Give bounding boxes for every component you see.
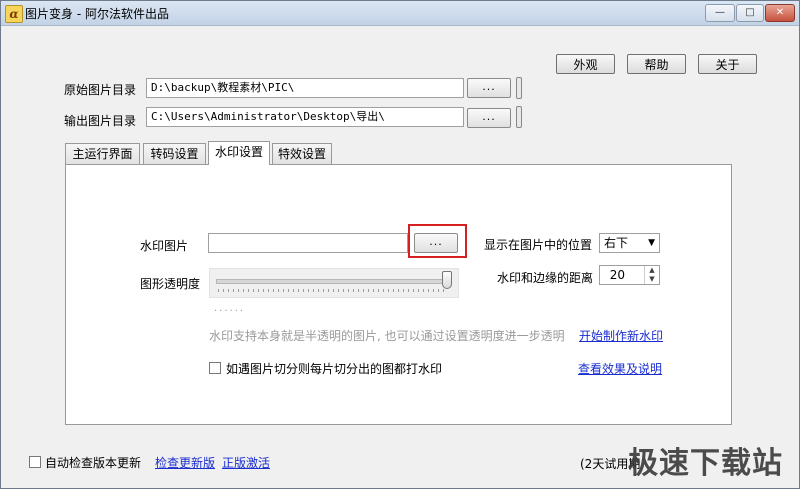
window-title: 图片变身 - 阿尔法软件出品 <box>25 7 169 21</box>
app-logo-icon: α <box>5 5 23 23</box>
help-button[interactable]: 帮助 <box>627 54 686 74</box>
spinner-arrows-icon[interactable]: ▲ ▼ <box>644 266 659 284</box>
slice-watermark-checkbox[interactable] <box>209 362 221 374</box>
check-update-link[interactable]: 检查更新版 <box>155 454 215 471</box>
create-watermark-link[interactable]: 开始制作新水印 <box>579 327 663 344</box>
position-select-value: 右下 <box>604 236 629 250</box>
position-select[interactable]: 右下 ▼ <box>599 233 660 253</box>
chevron-down-icon: ▼ <box>648 238 655 248</box>
output-dir-field[interactable]: C:\Users\Administrator\Desktop\导出\ <box>146 107 464 127</box>
tab-watermark[interactable]: 水印设置 <box>208 141 270 165</box>
watermark-hint: 水印支持本身就是半透明的图片, 也可以通过设置透明度进一步透明 <box>209 329 565 343</box>
opacity-slider-ticks <box>218 289 448 292</box>
source-dir-extra-control[interactable] <box>516 77 522 99</box>
slice-watermark-label: 如遇图片切分则每片切分出的图都打水印 <box>226 362 443 376</box>
close-button[interactable]: ✕ <box>765 4 795 22</box>
position-label: 显示在图片中的位置 <box>484 238 593 252</box>
opacity-label: 图形透明度 <box>140 277 201 291</box>
minimize-button[interactable]: — <box>705 4 735 22</box>
source-dir-label: 原始图片目录 <box>64 83 137 97</box>
watermark-image-label: 水印图片 <box>140 239 189 253</box>
tab-main[interactable]: 主运行界面 <box>65 143 140 164</box>
activate-link[interactable]: 正版激活 <box>222 454 270 471</box>
opacity-slider-thumb[interactable] <box>442 271 452 289</box>
auto-check-update-checkbox[interactable] <box>29 456 41 468</box>
tab-transcode[interactable]: 转码设置 <box>143 143 206 164</box>
highlight-box <box>408 224 467 258</box>
source-dir-field[interactable]: D:\backup\教程素材\PIC\ <box>146 78 464 98</box>
margin-label: 水印和边缘的距离 <box>497 271 594 285</box>
output-dir-label: 输出图片目录 <box>64 114 137 128</box>
margin-spinner[interactable]: 20 ▲ ▼ <box>599 265 660 285</box>
watermark-image-field[interactable] <box>208 233 408 253</box>
auto-check-update-label: 自动检查版本更新 <box>45 456 142 470</box>
title-bar[interactable]: α 图片变身 - 阿尔法软件出品 — □ ✕ <box>1 1 799 26</box>
source-dir-browse-button[interactable]: ... <box>467 78 511 98</box>
view-effect-link[interactable]: 查看效果及说明 <box>578 360 662 377</box>
appearance-button[interactable]: 外观 <box>556 54 615 74</box>
output-dir-extra-control[interactable] <box>516 106 522 128</box>
about-button[interactable]: 关于 <box>698 54 757 74</box>
opacity-slider[interactable] <box>209 268 459 298</box>
site-watermark: 极速下载站 <box>628 446 783 481</box>
margin-value: 20 <box>609 268 625 282</box>
opacity-slider-track <box>216 279 450 284</box>
tab-effects[interactable]: 特效设置 <box>272 143 332 164</box>
output-dir-browse-button[interactable]: ... <box>467 108 511 128</box>
opacity-dots: ...... <box>214 303 246 314</box>
maximize-button[interactable]: □ <box>736 4 764 22</box>
